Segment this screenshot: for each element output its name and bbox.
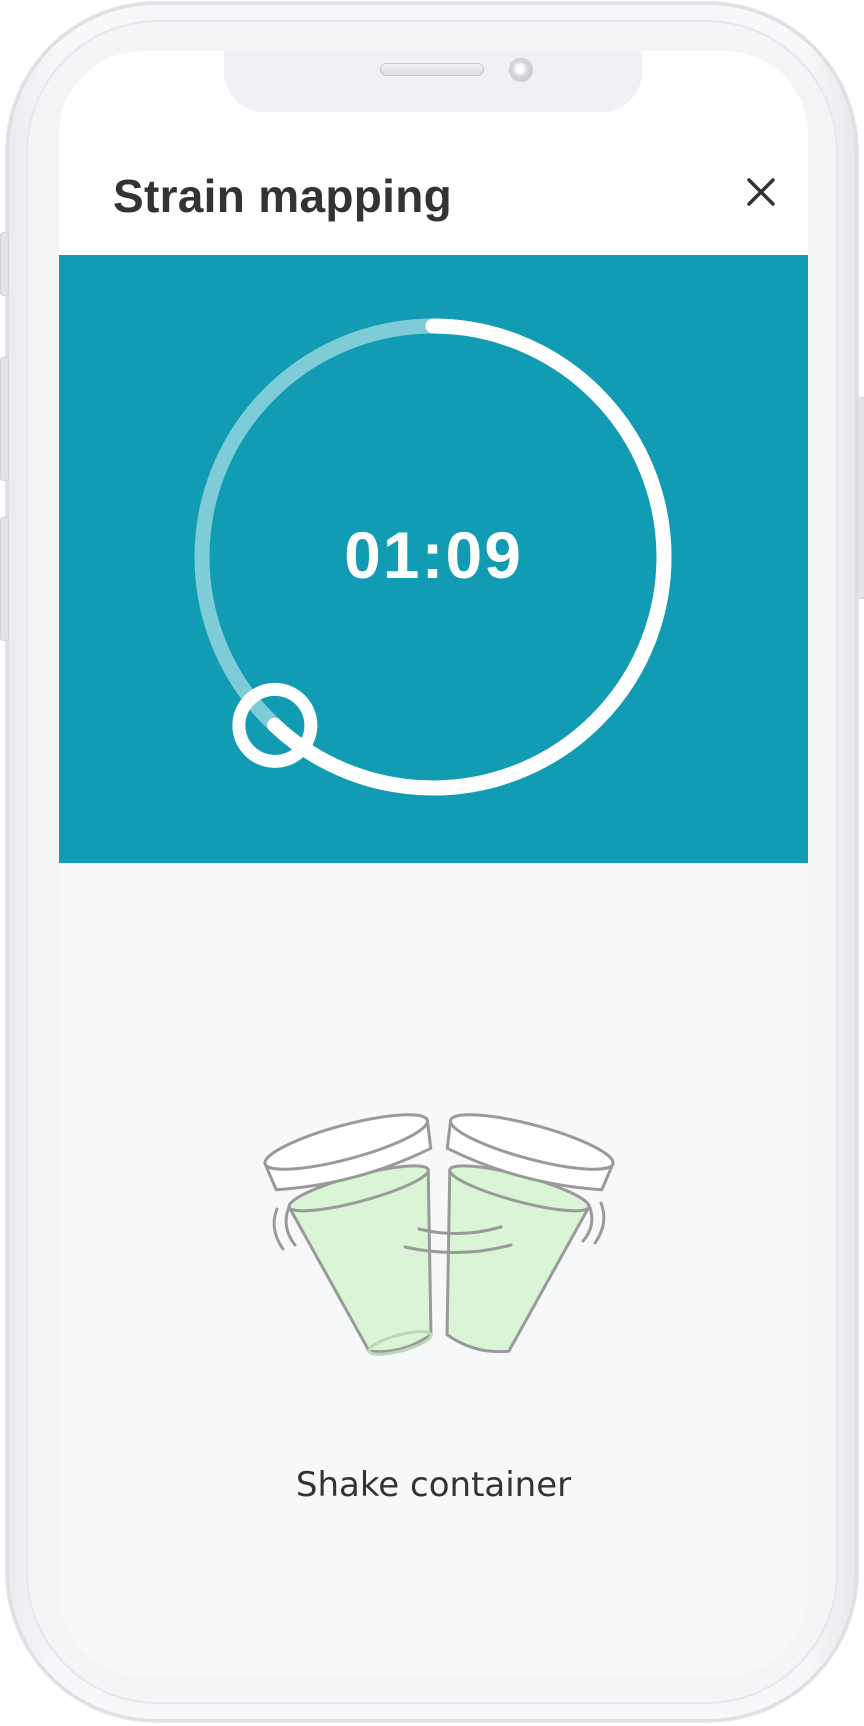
- close-button[interactable]: [743, 174, 779, 210]
- power-button: [857, 397, 864, 599]
- shaking-containers-illustration: [263, 1113, 615, 1356]
- mute-switch: [0, 232, 9, 296]
- volume-up-button: [0, 357, 9, 481]
- page-title: Strain mapping: [113, 170, 453, 222]
- front-camera: [510, 59, 532, 81]
- phone-notch: [224, 51, 642, 112]
- instruction-area: Shake container: [59, 863, 808, 1676]
- volume-down-button: [0, 517, 9, 641]
- close-icon: [747, 178, 775, 206]
- timer-panel: 01:09: [59, 255, 808, 863]
- instruction-caption: Shake container: [295, 1465, 572, 1505]
- timer-readout: 01:09: [344, 518, 523, 592]
- speaker-grille: [380, 63, 484, 76]
- app-screen: Strain mapping 01:09 Shake container: [59, 51, 808, 1676]
